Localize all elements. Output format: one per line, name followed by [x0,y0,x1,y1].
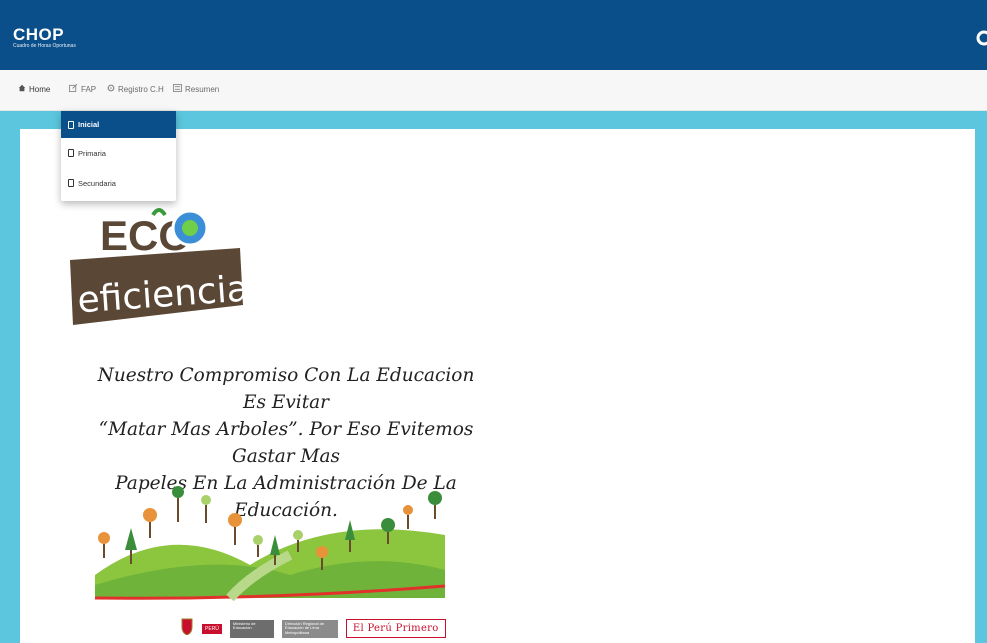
nav-home[interactable]: Home [18,84,50,94]
main-navbar: Home FAP Registro C.H Resumen [0,70,987,111]
list-icon [173,84,182,94]
nav-resumen[interactable]: Resumen [173,84,219,94]
nav-home-label: Home [29,84,51,94]
file-icon [68,149,74,157]
nav-resumen-label: Resumen [185,84,220,94]
coat-of-arms-icon [180,617,194,640]
hills-trees-illustration [90,480,450,615]
ministry-label: Ministerio de Educación [229,619,274,638]
eco-eficiencia-logo: ECO eficiencia [65,190,255,345]
institutional-logos: PERÚ Ministerio de Educación Dirección R… [180,614,446,643]
app-title: CHOP [13,25,65,44]
home-icon [18,84,26,94]
edit-icon [69,83,78,94]
regional-label: Dirección Regional de Educación de Lima … [281,619,338,638]
motto-line-1: Nuestro Compromiso Con La Educacion Es E… [97,365,475,413]
dropdown-item-label: Inicial [78,120,100,129]
fap-dropdown-menu: Inicial Primaria Secundaria [61,111,176,201]
dropdown-item-secundaria[interactable]: Secundaria [61,168,176,198]
dropdown-item-inicial[interactable]: Inicial [61,111,176,138]
motto-line-2: “Matar Mas Arboles”. Por Eso Evitemos Ga… [98,419,474,467]
peru-primero-logo: El Perú Primero [345,619,446,638]
globe-land [182,220,198,236]
gear-icon [107,84,115,94]
peru-label: PERÚ [202,623,222,634]
top-header-bar: CHOP Cuadro de Horas Oportunas [0,0,987,70]
dropdown-item-label: Secundaria [78,178,116,188]
dropdown-item-primaria[interactable]: Primaria [61,138,176,168]
nav-registro-label: Registro C.H [118,84,164,94]
file-icon [68,120,74,129]
app-brand[interactable]: CHOP Cuadro de Horas Oportunas [13,26,76,50]
user-icon[interactable] [975,30,987,48]
file-icon [68,179,74,187]
dropdown-item-label: Primaria [78,148,106,158]
nav-fap-label: FAP [81,84,97,94]
nav-registro-ch[interactable]: Registro C.H [107,84,164,94]
nav-fap[interactable]: FAP [69,83,97,94]
app-subtitle: Cuadro de Horas Oportunas [13,43,76,49]
